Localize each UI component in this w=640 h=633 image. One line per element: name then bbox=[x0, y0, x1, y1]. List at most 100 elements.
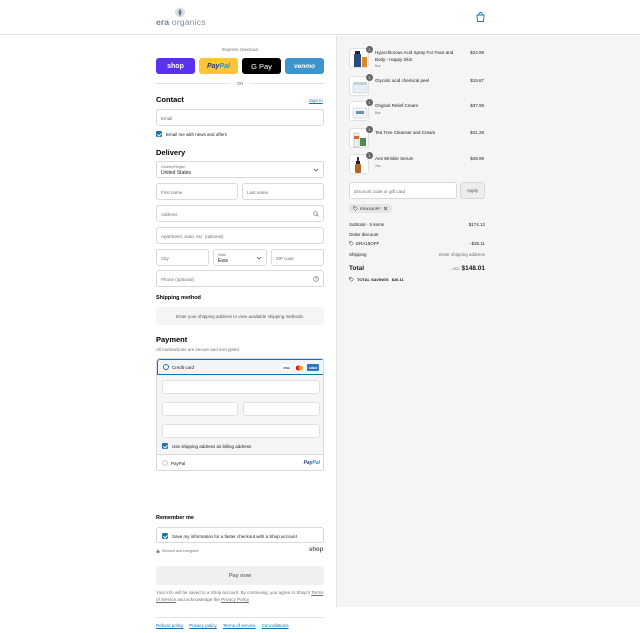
last-name-field[interactable]: Last name bbox=[242, 183, 324, 200]
shop-pay-button[interactable]: shop bbox=[156, 58, 195, 74]
total-label: Total bbox=[349, 265, 365, 272]
leaf-icon bbox=[174, 7, 186, 18]
secure-text: Secured and encrypted bbox=[162, 549, 199, 553]
close-icon[interactable] bbox=[383, 206, 388, 211]
zip-placeholder: ZIP code bbox=[276, 256, 294, 261]
paypal-logo: PayPal bbox=[304, 460, 320, 466]
savings-value: $26.11 bbox=[391, 277, 404, 282]
order-discount-row: Order discount bbox=[349, 232, 485, 237]
amex-logo: AMEX bbox=[307, 364, 319, 371]
discount-value: - $26.11 bbox=[468, 241, 485, 246]
item-price: $49.99 bbox=[470, 156, 484, 161]
total-value: $148.01 bbox=[461, 265, 486, 272]
first-name-placeholder: First name bbox=[161, 190, 183, 195]
address-placeholder: Address bbox=[161, 212, 178, 217]
state-label: State bbox=[218, 253, 227, 257]
apartment-field[interactable]: Apartment, suite, etc. (optional) bbox=[156, 227, 324, 244]
paypal-option[interactable]: PayPal PayPal bbox=[157, 455, 323, 470]
item-details: Original Relief Cream 8oz bbox=[375, 103, 461, 116]
shopping-bag-icon[interactable] bbox=[476, 12, 485, 22]
newsletter-checkbox[interactable] bbox=[156, 131, 162, 137]
express-buttons: shop Pay Pal G Pay venmo bbox=[156, 58, 324, 74]
privacy-policy-link[interactable]: Privacy policy bbox=[189, 623, 217, 628]
pay-now-button[interactable]: Pay now bbox=[156, 566, 324, 585]
item-variant: 8oz bbox=[375, 110, 381, 115]
item-name: Hypochlorous Acid Spray For Face and Bod… bbox=[375, 50, 454, 62]
quantity-badge: 1 bbox=[366, 46, 373, 53]
zip-field[interactable]: ZIP code bbox=[271, 249, 324, 266]
item-price: $37.99 bbox=[470, 103, 484, 108]
shipping-row: Shipping Enter shipping address bbox=[349, 252, 485, 257]
credit-card-option[interactable]: Credit card VISA AMEX bbox=[157, 359, 323, 375]
legal-pre: Your info will be saved to a Shop accoun… bbox=[156, 590, 312, 595]
footer-links: Refund policy Privacy policy Terms of se… bbox=[156, 623, 289, 628]
apply-discount-button[interactable]: Apply bbox=[460, 182, 485, 199]
help-icon[interactable] bbox=[313, 276, 319, 282]
state-value: Ewa bbox=[218, 258, 228, 264]
product-image: 1 bbox=[349, 99, 373, 121]
subtotal-value: $174.12 bbox=[468, 222, 485, 227]
card-number-field[interactable] bbox=[162, 380, 320, 394]
credit-card-radio[interactable] bbox=[163, 364, 169, 370]
paypal-button[interactable]: Pay Pal bbox=[199, 58, 238, 74]
order-summary bbox=[336, 36, 640, 607]
city-field[interactable]: City bbox=[156, 249, 209, 266]
email-field[interactable]: Email bbox=[156, 109, 324, 126]
remember-me-checkbox-row[interactable]: Save my information for a faster checkou… bbox=[162, 533, 297, 539]
payment-subtitle: All transactions are secure and encrypte… bbox=[156, 347, 241, 352]
last-name-placeholder: Last name bbox=[247, 190, 269, 195]
address-field[interactable]: Address bbox=[156, 205, 324, 222]
expiration-field[interactable] bbox=[162, 402, 238, 416]
email-placeholder: Email bbox=[161, 116, 173, 121]
shipping-method-message: Enter your shipping address to view avai… bbox=[156, 307, 324, 325]
lock-icon bbox=[156, 549, 160, 553]
remember-me-label: Save my information for a faster checkou… bbox=[172, 533, 297, 539]
total-savings-row: TOTAL SAVINGS $26.11 bbox=[349, 277, 485, 282]
cancellations-link[interactable]: Cancellations bbox=[262, 623, 289, 628]
or-text: OR bbox=[236, 80, 244, 86]
billing-address-checkbox[interactable] bbox=[162, 443, 168, 449]
tag-icon bbox=[353, 206, 358, 211]
order-discount-label: Order discount bbox=[349, 232, 379, 237]
phone-field[interactable]: Phone (optional) bbox=[156, 270, 324, 287]
remember-me-checkbox[interactable] bbox=[162, 533, 168, 539]
paypal-radio[interactable] bbox=[162, 460, 168, 466]
google-pay-button[interactable]: G Pay bbox=[242, 58, 281, 74]
state-select[interactable]: State Ewa bbox=[213, 249, 267, 266]
product-image: 1 bbox=[349, 126, 373, 148]
billing-address-checkbox-row[interactable]: Use shipping address as billing address bbox=[162, 443, 251, 449]
privacy-link[interactable]: Privacy Policy bbox=[221, 597, 249, 602]
billing-address-label: Use shipping address as billing address bbox=[172, 443, 252, 449]
legal-post: . bbox=[248, 597, 251, 602]
discount-chip-code: ERA15OFF bbox=[360, 206, 381, 211]
sign-in-link[interactable]: Sign in bbox=[309, 98, 323, 103]
country-label: Country/Region bbox=[161, 165, 186, 169]
item-details: Anti Wrinkle Serum 2oz bbox=[375, 156, 461, 169]
discount-placeholder: Discount code or gift card bbox=[354, 189, 406, 194]
chevron-down-icon bbox=[256, 256, 262, 260]
paypal-text-a: Pay bbox=[207, 62, 220, 70]
name-on-card-field[interactable] bbox=[162, 424, 320, 438]
country-select[interactable]: Country/Region United States bbox=[156, 161, 324, 178]
security-code-field[interactable] bbox=[243, 402, 320, 416]
first-name-field[interactable]: First name bbox=[156, 183, 238, 200]
savings-label: TOTAL SAVINGS bbox=[357, 277, 389, 282]
venmo-button[interactable]: venmo bbox=[285, 58, 324, 74]
city-placeholder: City bbox=[161, 256, 169, 261]
legal-text: Your info will be saved to a Shop accoun… bbox=[156, 589, 324, 603]
brand-logo[interactable]: era organics bbox=[156, 7, 206, 27]
newsletter-checkbox-row[interactable]: Email me with news and offers bbox=[156, 131, 227, 137]
quantity-badge: 1 bbox=[366, 74, 373, 81]
shipping-method-title: Shipping method bbox=[156, 295, 201, 301]
item-variant: 8oz bbox=[375, 64, 381, 68]
product-image: 1 bbox=[349, 74, 373, 96]
refund-policy-link[interactable]: Refund policy bbox=[156, 623, 183, 628]
brand-name: era organics bbox=[156, 17, 206, 27]
discount-code-label: ERA15OFF bbox=[349, 241, 379, 246]
discount-code-field[interactable]: Discount code or gift card bbox=[349, 182, 457, 199]
terms-of-service-link[interactable]: Terms of service bbox=[223, 623, 256, 628]
payment-title: Payment bbox=[156, 335, 188, 344]
checkout-form: Express checkout shop Pay Pal G Pay venmo… bbox=[0, 36, 336, 633]
subtotal-row: Subtotal · 5 items $174.12 bbox=[349, 222, 485, 227]
product-image: 1 bbox=[349, 46, 373, 68]
